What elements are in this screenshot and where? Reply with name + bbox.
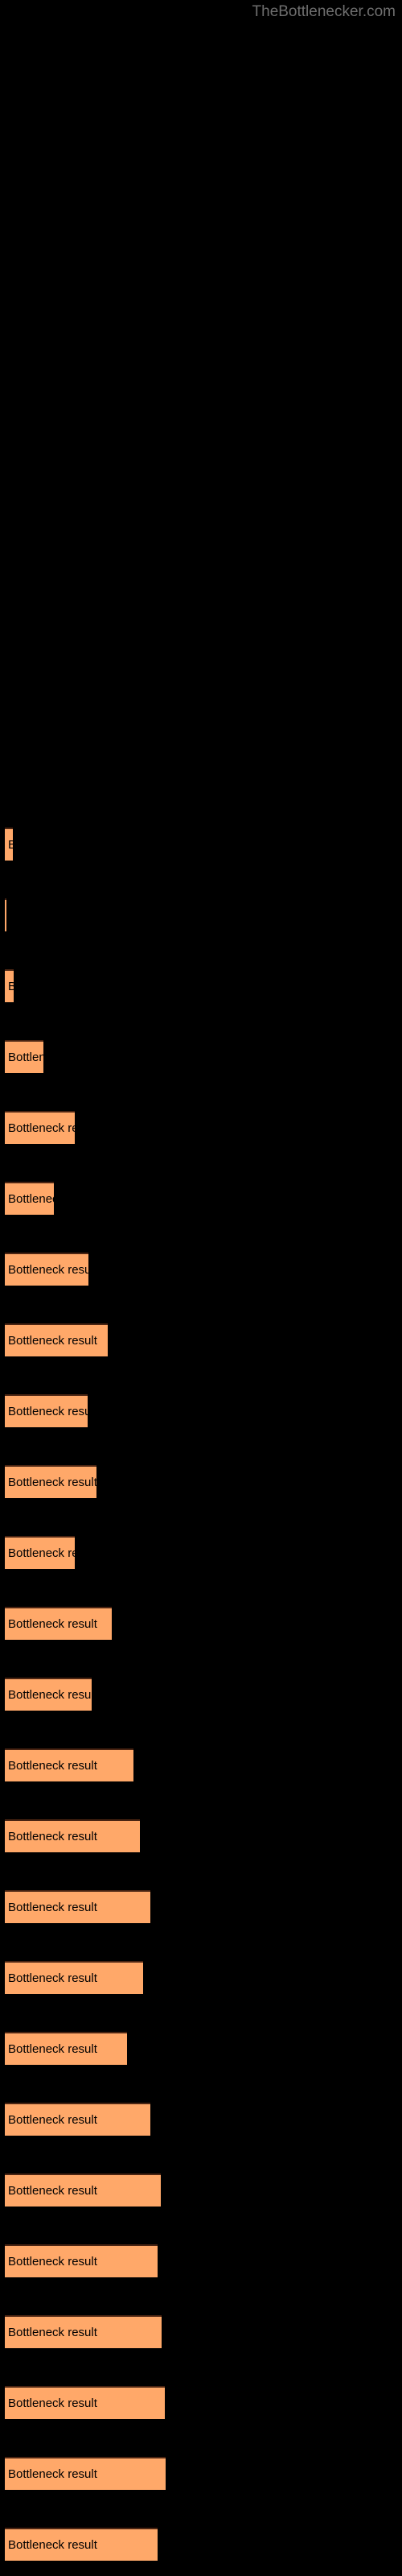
bar-label: Bottleneck result (5, 839, 13, 851)
bar-label: Bottleneck result (8, 1688, 92, 1702)
bar: Bottleneck result (5, 1253, 88, 1286)
bar: Bottleneck result (5, 1607, 112, 1640)
bar: Bottleneck result (5, 1465, 96, 1498)
bar-label: Bottleneck result (8, 1334, 97, 1348)
bar: Bottleneck result (5, 1536, 75, 1569)
bar-label: Bottleneck result (8, 1901, 97, 1914)
bar-label: Bottleneck result (8, 2467, 97, 2481)
bar: Bottleneck result (5, 2457, 166, 2490)
bar: Bottleneck result (5, 2386, 165, 2419)
bar-label: Bottleneck result (8, 1192, 54, 1206)
bar: Bottleneck result (5, 898, 6, 931)
bar-label: Bottleneck result (8, 2184, 97, 2198)
bar-label: Bottleneck result (8, 1476, 96, 1489)
bar-label: Bottleneck result (8, 1830, 97, 1843)
bar: Bottleneck result (5, 2103, 150, 2136)
bar: Bottleneck result (5, 1890, 150, 1923)
bar-label: Bottleneck result (8, 2396, 97, 2410)
bar-chart-plot-area: Bottleneck result Bottleneck result Bottle… (0, 0, 402, 2576)
bar: Bottleneck result (5, 1961, 143, 1994)
bar-label: Bottleneck result (8, 1263, 88, 1277)
bar-label: Bottleneck result (8, 1971, 97, 1985)
bar-label: Bottleneck result (8, 1051, 43, 1064)
bar: Bottleneck result (5, 1111, 75, 1144)
bar: Bottleneck result (5, 1040, 43, 1073)
bar: Bottleneck result (5, 1323, 108, 1356)
bar: Bottleneck result (5, 2032, 127, 2065)
bar: Bottleneck result (5, 2528, 158, 2561)
bar-label: Bottleneck result (8, 2538, 97, 2552)
bar: Bottleneck result (5, 1748, 133, 1781)
bar: Bottleneck result (5, 2315, 162, 2348)
bar-label: Bottleneck result (8, 1617, 97, 1631)
bar: Bottleneck result (5, 1182, 54, 1215)
bar-label: Bottleneck result (8, 1121, 75, 1135)
bar: Bottleneck result (5, 828, 13, 861)
bar-label: Bottleneck result (8, 1759, 97, 1773)
bar-label: Bottleneck result (5, 980, 14, 993)
bar-label: Bottleneck result (8, 1405, 88, 1418)
bar: Bottleneck result (5, 2244, 158, 2277)
bar: Bottleneck result (5, 1394, 88, 1427)
bar-label: Bottleneck result (8, 2042, 97, 2056)
chart-page: TheBottlenecker.com Bottleneck resultBot… (0, 0, 402, 2576)
bar-label: Bottleneck result (8, 1546, 75, 1560)
bar-label: Bottleneck result (8, 2326, 97, 2339)
bar: Bottleneck result (5, 1819, 140, 1852)
bar-label: Bottleneck result (8, 2255, 97, 2268)
bar: Bottleneck result (5, 1678, 92, 1711)
bar-label: Bottleneck result (5, 910, 6, 922)
bar: Bottleneck result (5, 969, 14, 1002)
bar-label: Bottleneck result (8, 2113, 97, 2127)
bar: Bottleneck result (5, 2174, 161, 2207)
